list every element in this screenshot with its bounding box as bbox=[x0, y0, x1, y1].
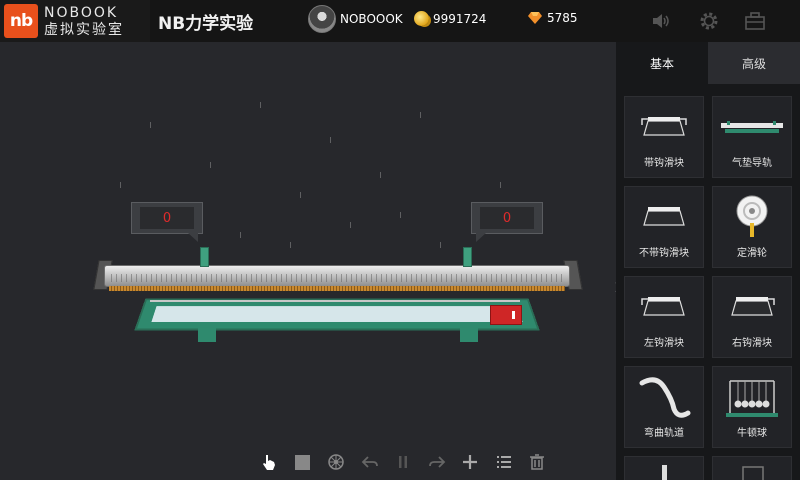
base-rod bbox=[150, 300, 520, 302]
fixed-pulley-icon bbox=[736, 195, 768, 237]
air-track[interactable] bbox=[104, 265, 570, 291]
beaker-icon bbox=[742, 466, 764, 480]
app-window: nb NOBOOK 虚拟实验室 NB力学实验 NOBOOOK 9991724 5… bbox=[0, 0, 800, 480]
equipment-card-hooked-slider[interactable]: 带钩滑块 bbox=[624, 96, 704, 178]
right-photogate-readout: 0 bbox=[471, 202, 543, 242]
trash-icon[interactable] bbox=[526, 451, 548, 473]
equipment-label: 定滑轮 bbox=[737, 248, 767, 259]
coin-icon bbox=[414, 11, 429, 26]
track-ruler bbox=[111, 274, 563, 282]
stop-icon[interactable] bbox=[292, 451, 314, 473]
experiment-stage[interactable]: 0 0 bbox=[0, 42, 616, 480]
equipment-card-air-track[interactable]: 气垫导轨 bbox=[712, 96, 792, 178]
equipment-label: 右钩滑块 bbox=[732, 338, 772, 349]
equipment-card-slider-no-hook[interactable]: 不带钩滑块 bbox=[624, 186, 704, 268]
sound-icon[interactable] bbox=[650, 10, 672, 32]
slider-no-hook-icon bbox=[643, 207, 685, 226]
brand-logo: nb NOBOOK 虚拟实验室 bbox=[0, 0, 150, 42]
right-readout-value: 0 bbox=[480, 207, 534, 229]
app-title: NB力学实验 bbox=[158, 14, 254, 34]
hooked-slider-icon bbox=[641, 117, 687, 136]
left-readout-value: 0 bbox=[140, 207, 194, 229]
coin-balance: 9991724 bbox=[414, 11, 486, 26]
tab-advanced[interactable]: 高级 bbox=[708, 42, 800, 84]
base-leg-left bbox=[198, 328, 216, 342]
track-air-holes bbox=[109, 286, 565, 291]
panel-tabs: 基本 高级 bbox=[616, 42, 800, 84]
equipment-label: 气垫导轨 bbox=[732, 158, 772, 169]
newton-cradle-icon bbox=[726, 380, 778, 417]
gear-icon[interactable] bbox=[698, 10, 720, 32]
equipment-label: 弯曲轨道 bbox=[644, 428, 684, 439]
photogate-post-left[interactable] bbox=[200, 247, 209, 267]
gem-icon bbox=[528, 12, 542, 24]
list-icon[interactable] bbox=[493, 451, 515, 473]
equipment-card-fixed-pulley[interactable]: 定滑轮 bbox=[712, 186, 792, 268]
bottom-toolbar bbox=[258, 450, 548, 474]
brand-name-cn: 虚拟实验室 bbox=[44, 21, 124, 38]
tab-basic[interactable]: 基本 bbox=[616, 42, 708, 84]
add-icon[interactable] bbox=[459, 451, 481, 473]
left-photogate-readout: 0 bbox=[131, 202, 203, 242]
base-leg-right bbox=[460, 328, 478, 342]
equipment-label: 带钩滑块 bbox=[644, 158, 684, 169]
brand-name-en: NOBOOK bbox=[44, 4, 119, 21]
gem-balance: 5785 bbox=[528, 11, 578, 25]
username: NOBOOOK bbox=[340, 12, 403, 26]
power-switch[interactable] bbox=[490, 305, 522, 325]
wheel-icon[interactable] bbox=[325, 451, 347, 473]
equipment-panel: 基本 高级 带钩滑块 气垫导轨 不带钩滑块 定滑轮 左钩滑块 右钩滑块 弯曲轨道… bbox=[616, 42, 800, 480]
brand-logo-mark: nb bbox=[4, 4, 38, 38]
equipment-grid: 带钩滑块 气垫导轨 不带钩滑块 定滑轮 左钩滑块 右钩滑块 弯曲轨道 牛顿球 bbox=[624, 96, 796, 480]
top-bar: nb NOBOOK 虚拟实验室 NB力学实验 NOBOOOK 9991724 5… bbox=[0, 0, 800, 42]
photogate-post-right[interactable] bbox=[463, 247, 472, 267]
pointer-hand-icon[interactable] bbox=[258, 451, 280, 473]
right-hook-slider-icon bbox=[731, 297, 775, 316]
equipment-card-partial[interactable] bbox=[712, 456, 792, 480]
equipment-label: 不带钩滑块 bbox=[639, 248, 689, 259]
gem-count: 5785 bbox=[547, 11, 578, 25]
equipment-card-partial[interactable] bbox=[624, 456, 704, 480]
equipment-card-right-hook-slider[interactable]: 右钩滑块 bbox=[712, 276, 792, 358]
toolbox-icon[interactable] bbox=[744, 10, 766, 32]
user-profile[interactable]: NOBOOOK bbox=[308, 5, 403, 33]
undo-icon[interactable] bbox=[359, 451, 381, 473]
track-base-frame[interactable] bbox=[134, 298, 540, 331]
equipment-label: 牛顿球 bbox=[737, 428, 767, 439]
air-track-icon bbox=[721, 121, 783, 133]
equipment-card-curved-track[interactable]: 弯曲轨道 bbox=[624, 366, 704, 448]
equipment-card-left-hook-slider[interactable]: 左钩滑块 bbox=[624, 276, 704, 358]
left-hook-slider-icon bbox=[641, 297, 685, 316]
coin-count: 9991724 bbox=[433, 11, 487, 26]
curved-track-icon bbox=[639, 377, 691, 418]
rod-icon bbox=[662, 465, 667, 480]
redo-icon[interactable] bbox=[426, 451, 448, 473]
equipment-label: 左钩滑块 bbox=[644, 338, 684, 349]
avatar[interactable] bbox=[308, 5, 336, 33]
pause-icon[interactable] bbox=[392, 451, 414, 473]
equipment-card-newton-cradle[interactable]: 牛顿球 bbox=[712, 366, 792, 448]
